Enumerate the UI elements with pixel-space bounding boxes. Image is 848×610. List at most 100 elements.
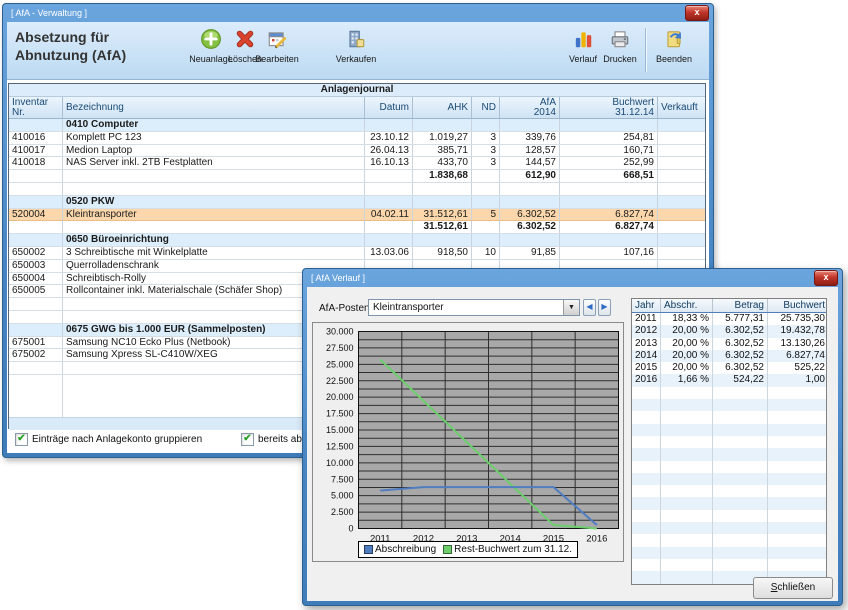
journal-row[interactable]: 520004Kleintransporter04.02.1131.512,615… [9, 209, 705, 222]
svg-text:30.000: 30.000 [326, 327, 354, 337]
beenden-label: Beenden [648, 54, 700, 64]
bearbeiten-button[interactable]: Bearbeiten [251, 26, 303, 76]
cell-inventar [9, 362, 63, 374]
schedule-cell: 2011 [632, 313, 661, 325]
schedule-cell [768, 436, 827, 448]
beenden-button[interactable]: Beenden [648, 26, 700, 76]
schedule-cell [632, 436, 661, 448]
journal-row[interactable]: 6500023 Schreibtische mit Winkelplatte13… [9, 247, 705, 260]
cell-nd [472, 234, 500, 246]
schedule-cell: 13.130,26 [768, 338, 827, 350]
schedule-cell [632, 473, 661, 485]
cell-verkauft [658, 119, 705, 131]
schedule-cell [713, 547, 768, 559]
schedule-cell [632, 534, 661, 546]
schedule-cell [632, 571, 661, 583]
cell-ahk: 433,70 [413, 157, 472, 169]
verkaufen-button[interactable]: Verkaufen [330, 26, 382, 76]
journal-row[interactable]: 410017Medion Laptop26.04.13385,713128,57… [9, 145, 705, 158]
journal-row[interactable]: 410018NAS Server inkl. 2TB Festplatten16… [9, 157, 705, 170]
desktop: [ AfA - Verwaltung ] x Absetzung für Abn… [0, 0, 848, 610]
chevron-down-icon[interactable]: ▼ [563, 300, 579, 315]
schedule-cell [768, 411, 827, 423]
previous-posten-button[interactable]: ◀ [583, 299, 596, 316]
page-title-line1: Absetzung für [15, 28, 126, 46]
schedule-row [632, 448, 826, 460]
cell-buchwert [560, 119, 658, 131]
group-by-account-checkbox[interactable]: ✔ Einträge nach Anlagekonto gruppieren [15, 433, 202, 446]
schedule-col-buchwert[interactable]: Buchwert [768, 299, 827, 312]
afa-posten-combobox[interactable]: Kleintransporter ▼ [368, 299, 580, 316]
verlauf-titlebar[interactable]: [ AfA Verlauf ] x [307, 269, 838, 287]
svg-text:15.000: 15.000 [326, 425, 354, 435]
schedule-cell: 2012 [632, 325, 661, 337]
col-afa-2014[interactable]: AfA 2014 [500, 97, 560, 118]
schedule-cell [661, 571, 713, 583]
cell-verkauft [658, 209, 705, 221]
schedule-row[interactable]: 201220,00 %6.302,5219.432,78 [632, 325, 826, 337]
schedule-col-betrag[interactable]: Betrag [713, 299, 768, 312]
cell-datum [365, 234, 413, 246]
schedule-col-jahr[interactable]: Jahr [632, 299, 661, 312]
schedule-cell [661, 387, 713, 399]
col-inventar-nr[interactable]: Inventar Nr. [9, 97, 63, 118]
schedule-cell: 525,22 [768, 362, 827, 374]
cell-inventar [9, 119, 63, 131]
cell-bezeichnung: 0520 PKW [63, 196, 365, 208]
schedule-row[interactable]: 201118,33 %5.777,3125.735,30 [632, 313, 826, 325]
main-titlebar[interactable]: [ AfA - Verwaltung ] x [7, 4, 709, 22]
schedule-cell [661, 522, 713, 534]
next-posten-button[interactable]: ▶ [598, 299, 611, 316]
drucken-button[interactable]: Drucken [594, 26, 646, 76]
schedule-cell [632, 461, 661, 473]
col-ahk[interactable]: AHK [413, 97, 472, 118]
journal-row[interactable]: 410016Komplett PC 12323.10.121.019,27333… [9, 132, 705, 145]
schliessen-button[interactable]: Schließen [753, 577, 833, 599]
schedule-row[interactable]: 20161,66 %524,221,00 [632, 374, 826, 386]
schedule-row[interactable]: 201520,00 %6.302,52525,22 [632, 362, 826, 374]
schedule-cell: 6.302,52 [713, 338, 768, 350]
col-nd[interactable]: ND [472, 97, 500, 118]
schedule-cell [768, 387, 827, 399]
schedule-row [632, 473, 826, 485]
schedule-cell [713, 461, 768, 473]
schedule-row[interactable]: 201420,00 %6.302,526.827,74 [632, 350, 826, 362]
schedule-row[interactable]: 201320,00 %6.302,5213.130,26 [632, 338, 826, 350]
col-datum[interactable]: Datum [365, 97, 413, 118]
main-close-button[interactable]: x [685, 5, 709, 21]
verlauf-window-title: [ AfA Verlauf ] [311, 273, 365, 283]
col-bezeichnung[interactable]: Bezeichnung [63, 97, 365, 118]
cell-datum: 26.04.13 [365, 145, 413, 157]
cell-afa: 144,57 [500, 157, 560, 169]
cell-afa [500, 196, 560, 208]
cell-inventar [9, 298, 63, 310]
schedule-col-abschr[interactable]: Abschr. [661, 299, 713, 312]
cell-inventar: 650004 [9, 273, 63, 285]
schedule-cell [661, 411, 713, 423]
cell-bezeichnung: Medion Laptop [63, 145, 365, 157]
cell-datum [365, 119, 413, 131]
verlauf-close-button[interactable]: x [814, 270, 838, 286]
schedule-cell [713, 534, 768, 546]
legend-label: Abschreibung [375, 544, 436, 555]
cell-afa: 128,57 [500, 145, 560, 157]
cell-inventar [9, 183, 63, 195]
cell-buchwert: 254,81 [560, 132, 658, 144]
col-buchwert[interactable]: Buchwert 31.12.14 [560, 97, 658, 118]
afa-verlauf-window: [ AfA Verlauf ] x AfA-Posten: Kleintrans… [302, 268, 843, 606]
svg-text:22.500: 22.500 [326, 376, 354, 386]
printer-icon [594, 28, 646, 52]
journal-row: 31.512,616.302,526.827,74 [9, 221, 705, 234]
cell-verkauft [658, 157, 705, 169]
cell-afa [500, 234, 560, 246]
cell-nd: 3 [472, 145, 500, 157]
schedule-cell [661, 497, 713, 509]
svg-text:0: 0 [348, 524, 353, 534]
journal-row [9, 183, 705, 196]
afa-posten-value: Kleintransporter [373, 302, 444, 313]
schedule-cell [713, 387, 768, 399]
schedule-cell [632, 559, 661, 571]
cell-afa: 91,85 [500, 247, 560, 259]
cell-verkauft [658, 145, 705, 157]
col-verkauft[interactable]: Verkauft [658, 97, 705, 118]
